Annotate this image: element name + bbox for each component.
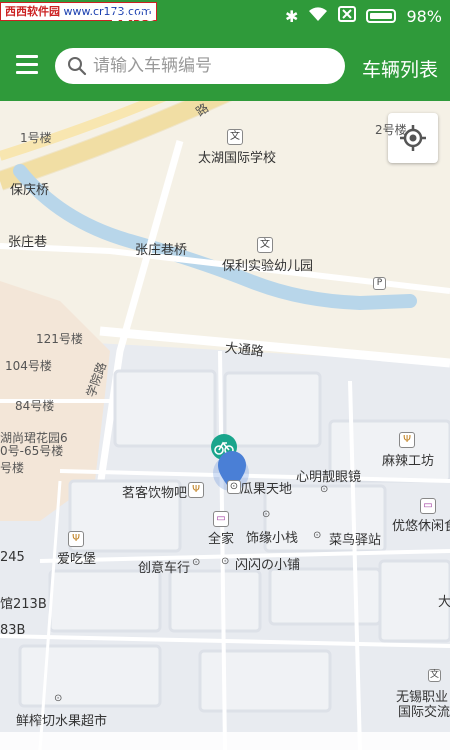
drink-icon: Ψ [188, 482, 204, 498]
convenience-store-icon: ▭ [213, 511, 229, 527]
map-label-aichibao: 爱吃堡 [57, 552, 97, 567]
map-label-245: 245 [0, 550, 25, 565]
kindergarten-icon: 文 [257, 237, 273, 253]
college-icon: 文 [428, 669, 441, 682]
map-label-datong-road: 大通路 [224, 340, 265, 360]
restaurant-icon: Ψ [399, 432, 415, 448]
map-label-baoqing-bridge: 保庆桥 [10, 183, 50, 198]
status-time: 11:03 [110, 6, 157, 25]
fruit-shop-dot-icon: ⊙ [54, 693, 63, 704]
gift-shop-dot-icon: ⊙ [221, 556, 230, 567]
map-label-bldg121: 121号楼 [36, 332, 83, 346]
map-label-guaguo: 瓜果天地 [240, 482, 293, 497]
status-icons: ✱ 98% [285, 6, 442, 26]
map-label-shanshan: 闪闪の小铺 [235, 558, 301, 573]
map-label-bldg84: 84号楼 [15, 399, 55, 413]
menu-button[interactable] [16, 55, 38, 75]
map-label-zhangzhuang-bridge: 张庄巷桥 [135, 243, 188, 258]
map-label-school: 太湖国际学校 [198, 151, 277, 166]
status-bar: 西西软件园 www.cr173.com 11:03 ✱ 98% [0, 0, 450, 33]
vehicle-number-input[interactable] [93, 56, 323, 76]
map-label-shiyuan: 饰缘小栈 [246, 531, 299, 546]
map-label-chuangyi: 创意车行 [138, 561, 191, 576]
school-icon: 文 [227, 129, 243, 145]
map-label-guan213b: 馆213B [0, 597, 47, 612]
shop-dot-icon: ⊙ [227, 480, 241, 494]
bluetooth-icon: ✱ [285, 6, 299, 26]
map-label-xianzha: 鲜榨切水果超市 [16, 714, 108, 729]
map-label-bldg104: 104号楼 [5, 359, 52, 373]
map-label-83b: 83B [0, 623, 26, 638]
accessory-dot-icon: ⊙ [262, 509, 271, 520]
map-label-bldg65: 0号-65号楼 [0, 444, 64, 458]
map-label-bldg1: 1号楼 [20, 131, 52, 145]
map-label-wuxi2: 国际交流 [398, 705, 450, 720]
map-label-da: 大 [438, 595, 450, 610]
map-view[interactable]: 路 1号楼 文 太湖国际学校 2号楼 保庆桥 张庄巷 张庄巷桥 文 保利实验幼儿… [0, 101, 450, 750]
burger-shop-icon: Ψ [68, 531, 84, 547]
bottom-panel-edge [0, 732, 450, 750]
map-label-xinming-glasses: 心明靓眼镜 [296, 470, 362, 485]
map-label-cainiao: 菜鸟驿站 [329, 533, 382, 548]
map-label-kindergarten: 保利实验幼儿园 [222, 259, 314, 274]
map-label-bldg-lou: 号楼 [0, 461, 25, 475]
no-sim-icon [338, 6, 357, 26]
wifi-icon [308, 6, 328, 26]
courier-dot-icon: ⊙ [313, 530, 322, 541]
glasses-dot-icon: ⊙ [320, 484, 329, 495]
battery-percent: 98% [406, 6, 442, 26]
snack-shop-icon: ▭ [420, 498, 436, 514]
map-base [0, 101, 450, 750]
parking-icon: P [373, 277, 386, 290]
map-label-quanjia: 全家 [208, 532, 235, 547]
map-label-bldg2: 2号楼 [375, 123, 407, 137]
search-bar[interactable] [55, 48, 345, 84]
search-icon [68, 57, 87, 76]
app-bar: 车辆列表 [0, 33, 450, 101]
map-label-mingke: 茗客饮物吧 [122, 486, 188, 501]
map-label-zhangzhuang-lane: 张庄巷 [8, 235, 48, 250]
map-label-malagongfang: 麻辣工坊 [382, 454, 435, 469]
bike-shop-dot-icon: ⊙ [192, 557, 201, 568]
vehicle-list-button[interactable]: 车辆列表 [362, 55, 438, 82]
map-label-youyou: 优悠休闲食 [392, 519, 450, 534]
battery-icon [366, 9, 397, 23]
